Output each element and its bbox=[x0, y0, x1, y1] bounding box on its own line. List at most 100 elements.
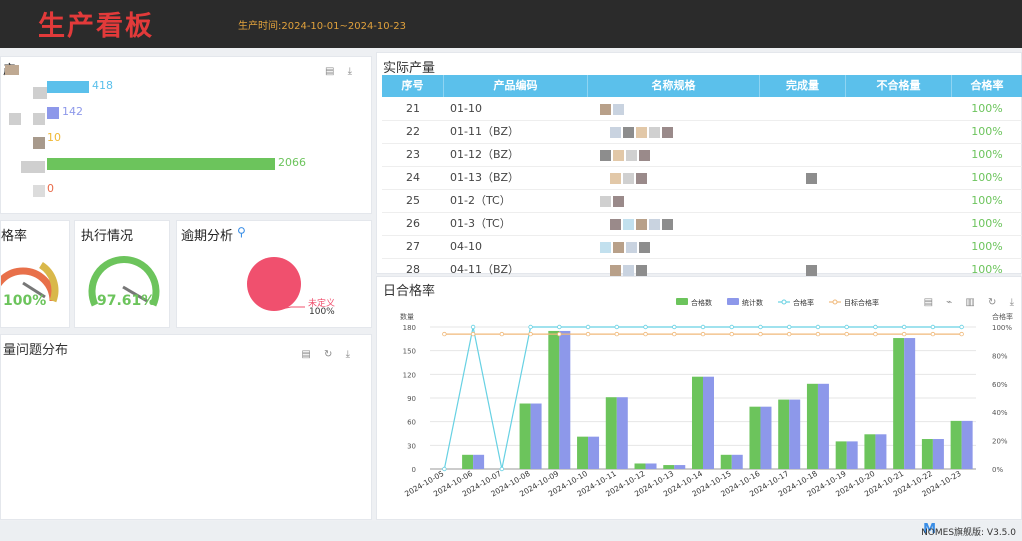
cell-rate: 100% bbox=[971, 194, 1003, 207]
output-bar-panel: 产 ▤ ⤓ 418 142 10 2066 0 bbox=[0, 56, 372, 214]
table-row[interactable]: 26 01-3（TC） 100% bbox=[382, 213, 1022, 236]
bar-3-value: 10 bbox=[47, 131, 61, 144]
table-row[interactable]: 24 01-13（BZ） 100% bbox=[382, 167, 1022, 190]
redacted-block bbox=[613, 150, 624, 161]
redacted-block bbox=[639, 150, 650, 161]
cell-defects bbox=[846, 236, 952, 258]
redacted-block bbox=[623, 127, 634, 138]
col-header[interactable]: 产品编码 bbox=[444, 75, 588, 97]
overdue-panel: 逾期分析 ⚲ 未定义 100% bbox=[176, 220, 372, 328]
bar-统计数 bbox=[616, 397, 628, 469]
bar-统计数 bbox=[559, 330, 571, 469]
cell-defects bbox=[846, 121, 952, 143]
col-header[interactable]: 不合格量 bbox=[846, 75, 952, 97]
overdue-slice-pct: 100% bbox=[309, 307, 335, 317]
bar-统计数 bbox=[789, 399, 801, 469]
redacted-block bbox=[636, 265, 647, 276]
table-title: 实际产量 bbox=[383, 61, 436, 76]
bar-统计数 bbox=[731, 454, 743, 469]
col-header[interactable]: 完成量 bbox=[760, 75, 846, 97]
point-合格率 bbox=[585, 324, 591, 330]
redacted-block bbox=[626, 150, 637, 161]
cell-no: 22 bbox=[406, 125, 420, 138]
point-目标合格率 bbox=[672, 331, 677, 337]
cell-code: 01-13（BZ） bbox=[450, 171, 520, 184]
legend-swatch bbox=[676, 298, 688, 305]
redacted-block bbox=[600, 104, 611, 115]
blurred-label bbox=[21, 161, 45, 173]
bar-2 bbox=[47, 107, 59, 119]
point-合格率 bbox=[442, 466, 447, 472]
col-header[interactable]: 合格率 bbox=[952, 75, 1022, 97]
bar-统计数 bbox=[674, 465, 686, 469]
redacted-block bbox=[662, 127, 673, 138]
table-row[interactable]: 21 01-10 100% bbox=[382, 98, 1022, 121]
point-合格率 bbox=[528, 324, 533, 330]
redacted-block bbox=[610, 265, 621, 276]
point-合格率 bbox=[499, 466, 505, 472]
redacted-block bbox=[636, 173, 647, 184]
cell-code: 04-10 bbox=[450, 240, 482, 253]
redacted-block bbox=[806, 173, 817, 184]
point-目标合格率 bbox=[470, 331, 476, 337]
point-合格率 bbox=[729, 324, 734, 330]
point-目标合格率 bbox=[873, 331, 878, 337]
table-row[interactable]: 22 01-11（BZ） 100% bbox=[382, 121, 1022, 144]
bar-1 bbox=[47, 81, 89, 93]
table-row[interactable]: 25 01-2（TC） 100% bbox=[382, 190, 1022, 213]
footer: M NOMES旗舰版: V3.5.0 bbox=[0, 521, 1022, 541]
bar-统计数 bbox=[904, 338, 916, 469]
point-合格率 bbox=[873, 324, 878, 330]
redacted-block bbox=[639, 242, 650, 253]
redacted-block bbox=[600, 150, 611, 161]
cell-completed-redacted bbox=[760, 144, 846, 166]
bar-合格数 bbox=[806, 383, 818, 469]
cell-defects bbox=[846, 144, 952, 166]
cell-name-redacted bbox=[588, 213, 760, 235]
y2-tick-label: 60% bbox=[992, 381, 1008, 389]
cell-completed-redacted bbox=[760, 167, 846, 189]
bar-合格数 bbox=[749, 406, 761, 469]
cell-name-redacted bbox=[588, 236, 760, 258]
bar-统计数 bbox=[961, 420, 973, 469]
point-合格率 bbox=[901, 324, 907, 330]
blurred-label bbox=[33, 87, 47, 99]
point-合格率 bbox=[815, 324, 821, 330]
cell-defects bbox=[846, 98, 952, 120]
panel-tools[interactable]: ▤ ⤓ bbox=[325, 66, 357, 77]
problem-distribution-panel: 量问题分布 ▤ ↻ ⤓ bbox=[0, 334, 372, 520]
bar-统计数 bbox=[703, 376, 714, 469]
bar-合格数 bbox=[692, 376, 703, 469]
redacted-block bbox=[600, 242, 611, 253]
bar-合格数 bbox=[835, 441, 847, 469]
redacted-block bbox=[636, 219, 647, 230]
legend-label: 统计数 bbox=[742, 298, 763, 307]
y2-tick-label: 40% bbox=[992, 409, 1008, 417]
bar-统计数 bbox=[875, 434, 887, 469]
cell-name-redacted bbox=[588, 98, 760, 120]
point-目标合格率 bbox=[557, 331, 562, 337]
cell-no: 23 bbox=[406, 148, 420, 161]
cell-completed-redacted bbox=[760, 190, 846, 212]
table-row[interactable]: 27 04-10 100% bbox=[382, 236, 1022, 259]
col-header[interactable]: 序号 bbox=[382, 75, 444, 97]
cell-name-redacted bbox=[588, 167, 760, 189]
bar-1-value: 418 bbox=[92, 79, 113, 92]
point-合格率 bbox=[614, 324, 619, 330]
execution-gauge bbox=[88, 255, 160, 307]
redacted-block bbox=[613, 104, 624, 115]
bar-5-value: 0 bbox=[47, 182, 54, 195]
legend-label: 合格率 bbox=[793, 298, 814, 307]
point-目标合格率 bbox=[901, 331, 907, 337]
y2-tick-label: 80% bbox=[992, 352, 1008, 360]
bar-统计数 bbox=[473, 454, 485, 469]
panel-tools[interactable]: ▤ ↻ ⤓ bbox=[301, 349, 355, 360]
table-row[interactable]: 23 01-12（BZ） 100% bbox=[382, 144, 1022, 167]
cell-rate: 100% bbox=[971, 171, 1003, 184]
point-合格率 bbox=[643, 324, 648, 330]
col-header[interactable]: 名称规格 bbox=[588, 75, 760, 97]
pass-rate-gauge bbox=[1, 262, 59, 303]
point-合格率 bbox=[844, 324, 849, 330]
point-目标合格率 bbox=[930, 331, 936, 337]
bar-统计数 bbox=[760, 406, 772, 469]
